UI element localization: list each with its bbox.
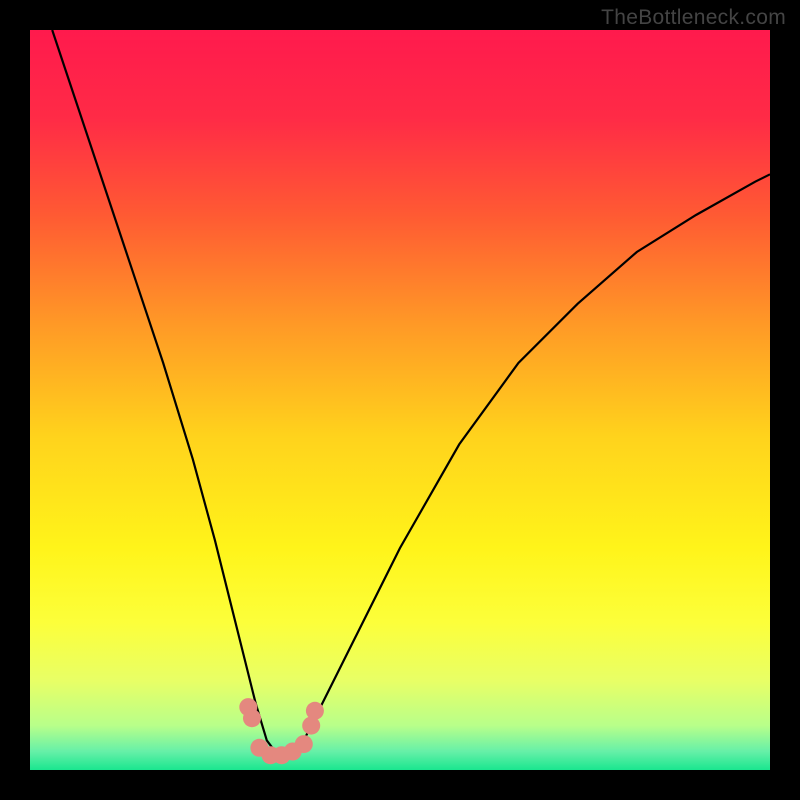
data-marker <box>295 735 313 753</box>
chart-svg <box>30 30 770 770</box>
chart-container: TheBottleneck.com <box>0 0 800 800</box>
data-marker <box>306 702 324 720</box>
gradient-background <box>30 30 770 770</box>
watermark-text: TheBottleneck.com <box>601 6 786 30</box>
data-marker <box>243 709 261 727</box>
